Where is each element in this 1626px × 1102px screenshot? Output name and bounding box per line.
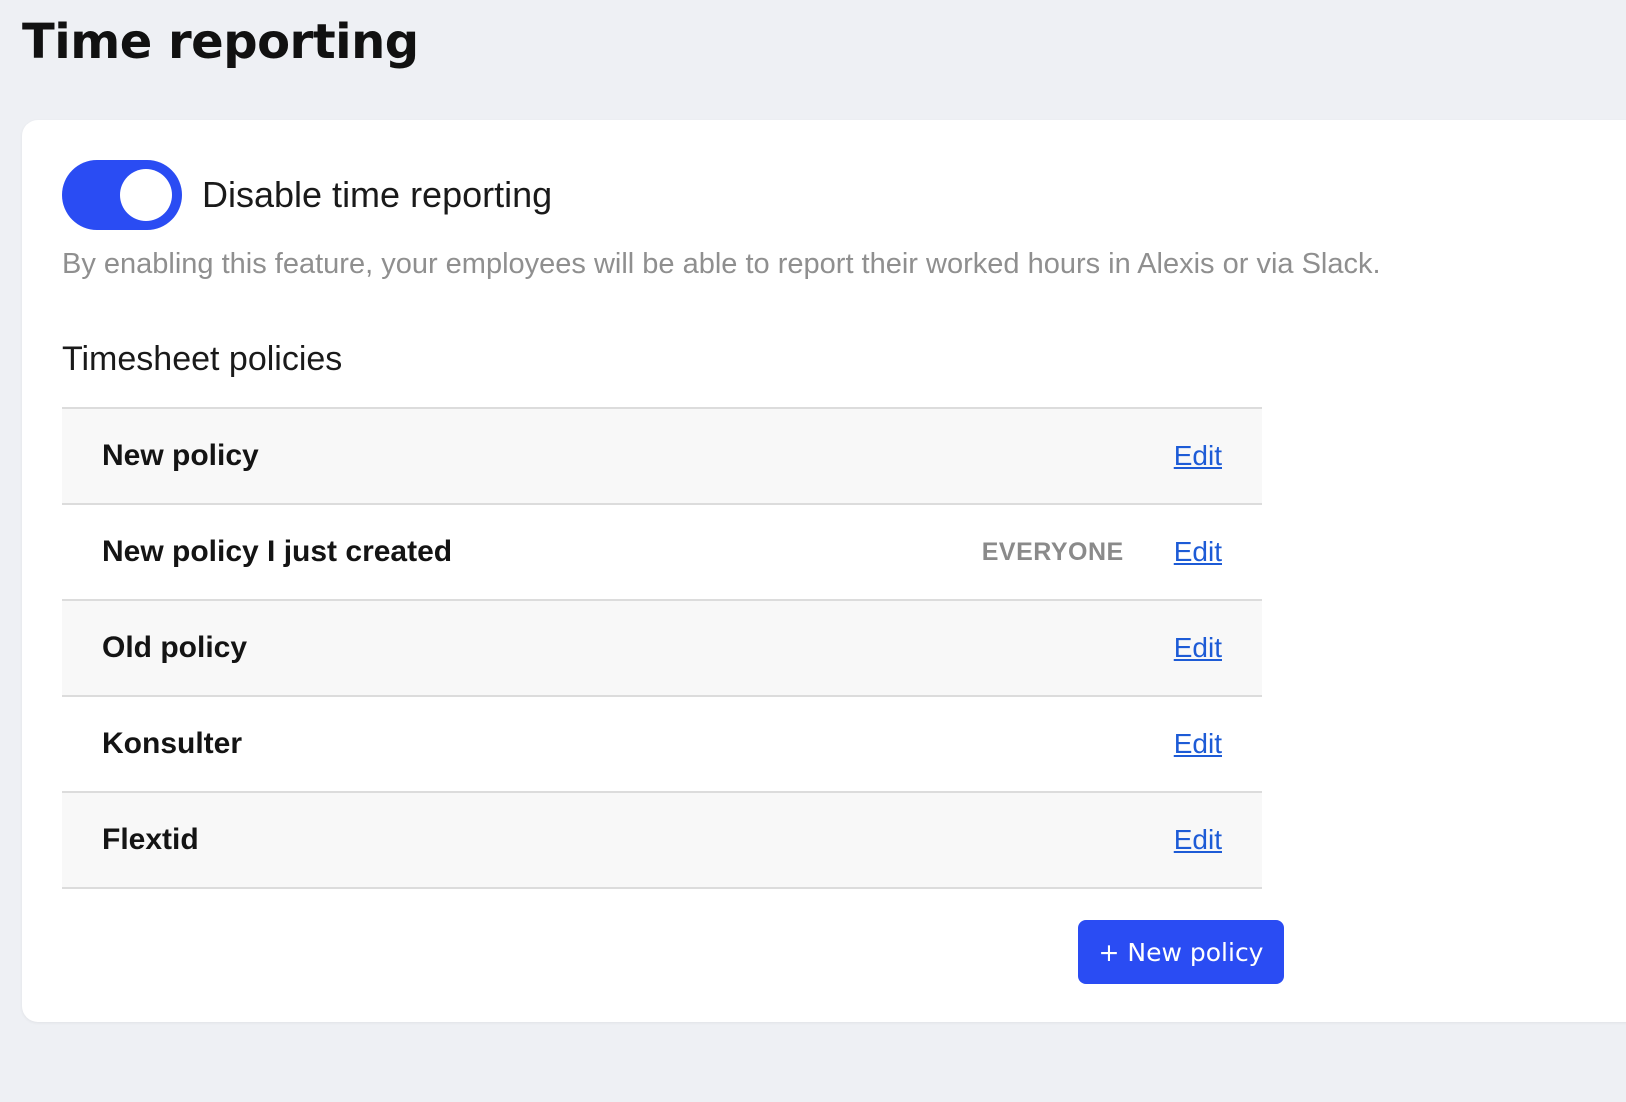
- policy-row: New policy I just created EVERYONE Edit: [62, 505, 1262, 601]
- edit-link[interactable]: Edit: [1174, 440, 1222, 472]
- page-title: Time reporting: [22, 14, 419, 70]
- policy-name: Flextid: [102, 823, 199, 856]
- policy-name: Konsulter: [102, 727, 243, 760]
- edit-link[interactable]: Edit: [1174, 824, 1222, 856]
- feature-description: By enabling this feature, your employees…: [62, 248, 1381, 280]
- policy-name: Old policy: [102, 631, 248, 664]
- policy-name: New policy I just created: [102, 535, 453, 568]
- policy-row: Old policy Edit: [62, 601, 1262, 697]
- policy-row: Flextid Edit: [62, 793, 1262, 889]
- time-reporting-toggle[interactable]: [62, 160, 182, 230]
- new-policy-button[interactable]: + New policy: [1078, 920, 1284, 984]
- settings-card: Disable time reporting By enabling this …: [22, 120, 1626, 1022]
- toggle-row: Disable time reporting: [62, 160, 552, 230]
- toggle-label: Disable time reporting: [202, 174, 553, 215]
- toggle-knob: [120, 169, 172, 221]
- policy-row: New policy Edit: [62, 409, 1262, 505]
- edit-link[interactable]: Edit: [1174, 536, 1222, 568]
- edit-link[interactable]: Edit: [1174, 632, 1222, 664]
- policy-name: New policy: [102, 439, 259, 472]
- section-title: Timesheet policies: [62, 340, 343, 378]
- edit-link[interactable]: Edit: [1174, 728, 1222, 760]
- policy-list: New policy Edit New policy I just create…: [62, 407, 1262, 889]
- policy-scope-badge: EVERYONE: [981, 537, 1124, 566]
- policy-row: Konsulter Edit: [62, 697, 1262, 793]
